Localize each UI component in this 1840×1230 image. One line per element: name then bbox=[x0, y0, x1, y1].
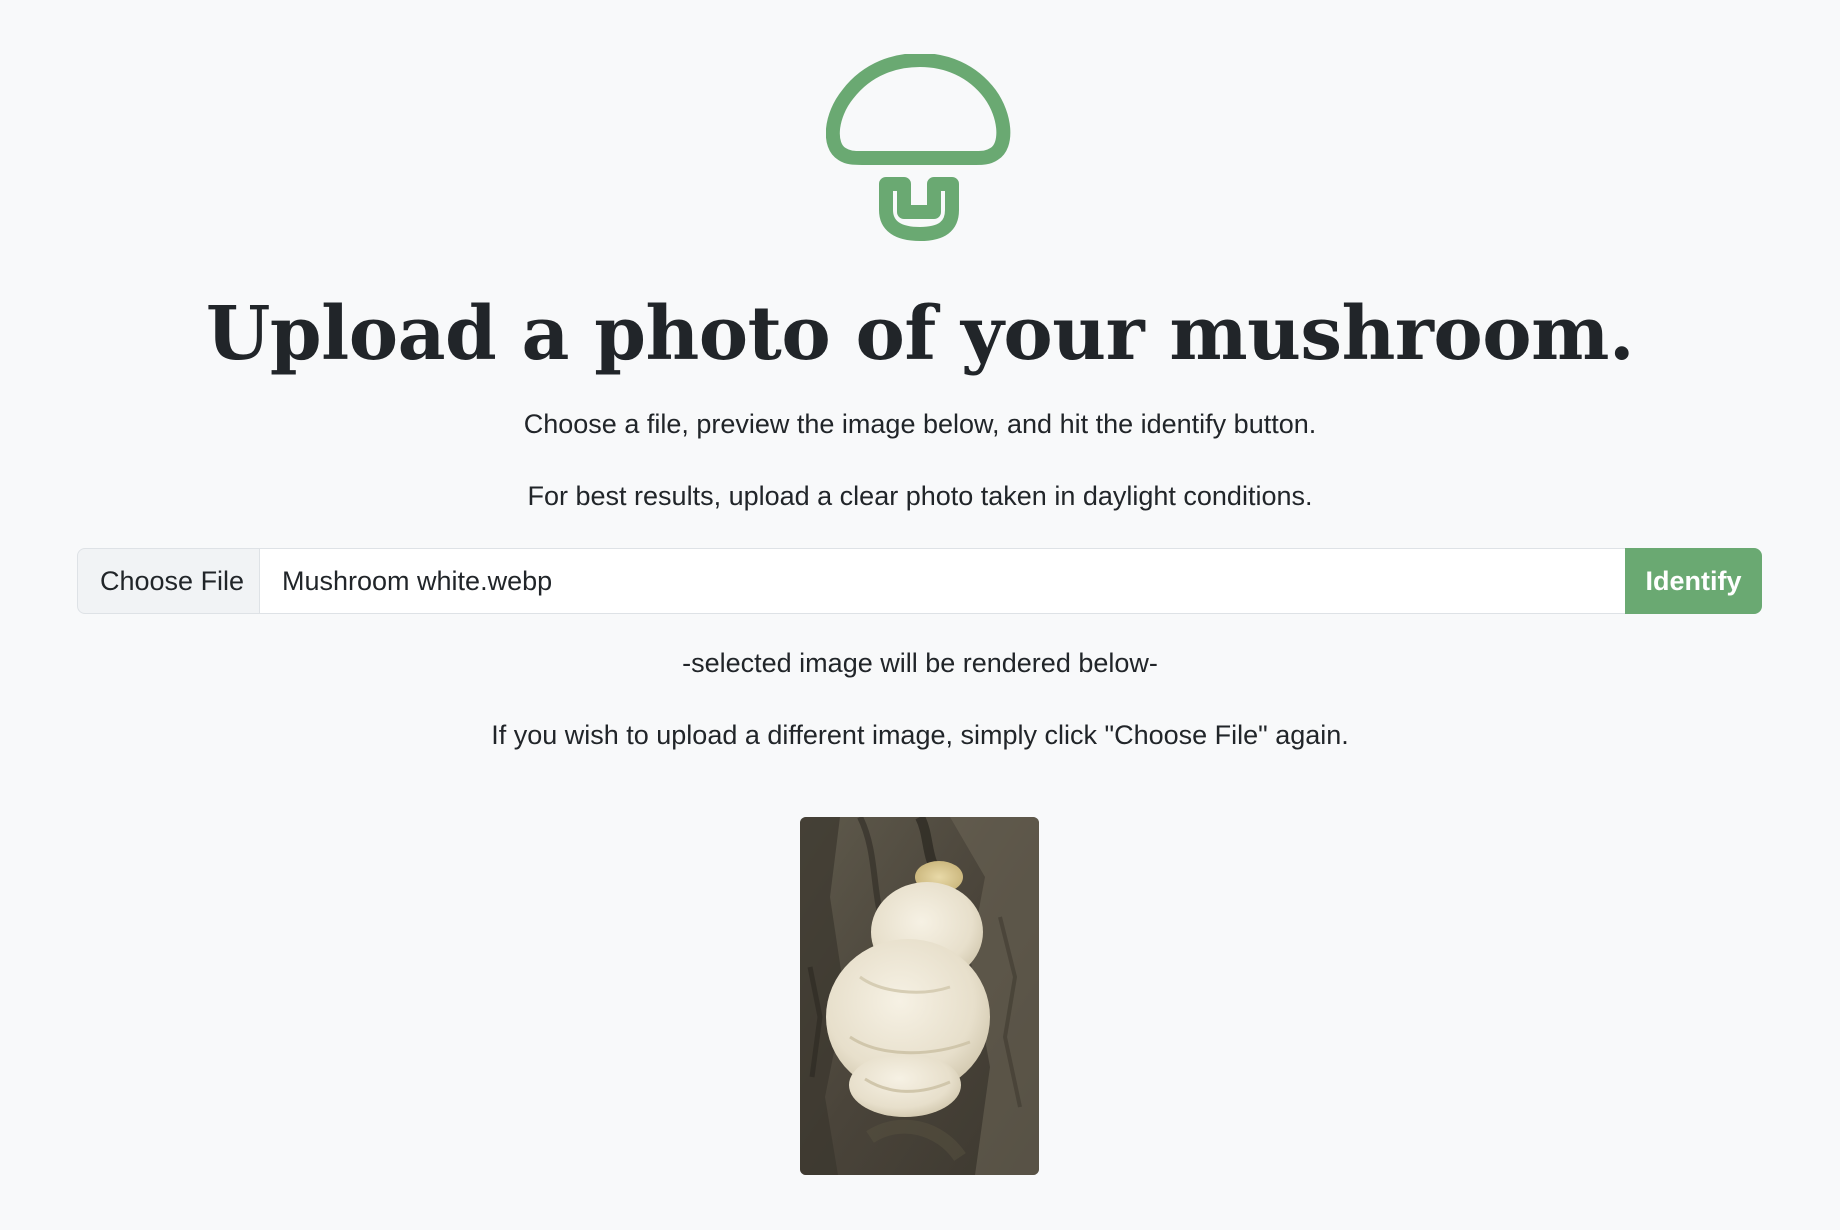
mushroom-preview-image bbox=[800, 817, 1039, 1175]
render-hint-text: -selected image will be rendered below- bbox=[682, 648, 1158, 678]
selected-file-name[interactable]: Mushroom white.webp bbox=[260, 548, 1625, 614]
page-title: Upload a photo of your mushroom. bbox=[205, 291, 1635, 377]
identify-button[interactable]: Identify bbox=[1625, 548, 1762, 614]
instruction-text: Choose a file, preview the image below, … bbox=[523, 409, 1317, 439]
choose-file-button[interactable]: Choose File bbox=[77, 548, 260, 614]
reupload-hint-text: If you wish to upload a different image,… bbox=[491, 720, 1349, 750]
mushroom-logo-icon bbox=[825, 53, 1012, 244]
file-upload-group: Choose File Mushroom white.webp Identify bbox=[77, 548, 1762, 614]
tip-text: For best results, upload a clear photo t… bbox=[527, 481, 1313, 511]
